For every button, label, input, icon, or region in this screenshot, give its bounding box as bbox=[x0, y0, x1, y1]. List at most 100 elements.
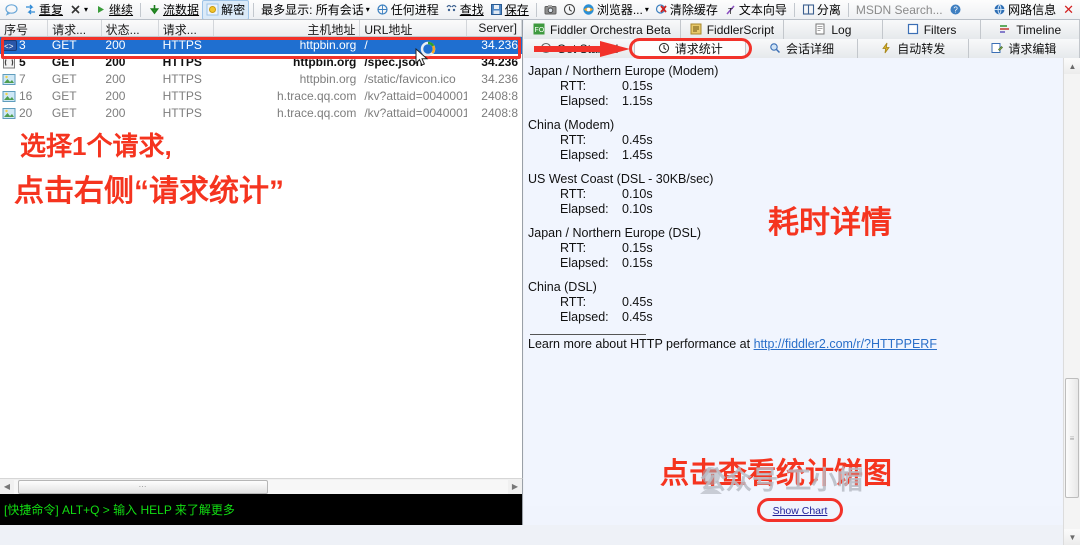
toolbar-netinfo-label: 网路信息 bbox=[1008, 2, 1057, 17]
row-id-cell: 16 bbox=[0, 88, 48, 105]
tab-filters[interactable]: Filters bbox=[882, 20, 982, 39]
stats-group: China (DSL) RTT: 0.45s Elapsed: 0.45s bbox=[528, 280, 1062, 325]
tab-get-started[interactable]: Get Started bbox=[524, 39, 636, 58]
column-header-host[interactable]: 主机地址 bbox=[214, 20, 361, 36]
tab-autoresponder[interactable]: 自动转发 bbox=[857, 39, 969, 58]
column-header-status[interactable]: 状态... bbox=[102, 20, 159, 36]
hscroll-left-arrow[interactable]: ◀ bbox=[0, 480, 14, 494]
table-row[interactable]: <> 3 GET 200 HTTPS httpbin.org / 34.236 bbox=[0, 37, 522, 54]
toolbar-netinfo-button[interactable]: 网路信息 bbox=[990, 1, 1059, 19]
vscroll-thumb[interactable]: ≡ bbox=[1065, 378, 1079, 498]
inspector-vscrollbar[interactable]: ▲ ≡ ▼ bbox=[1063, 58, 1080, 545]
toolbar-keeponly-caret[interactable]: ▾ bbox=[366, 4, 370, 16]
session-list-hscrollbar[interactable]: ◀ ⋯ ▶ bbox=[0, 478, 523, 494]
row-id-label: 7 bbox=[19, 72, 26, 86]
detach-icon bbox=[802, 3, 815, 16]
toolbar-divider bbox=[140, 2, 142, 17]
main-toolbar: 重复 ▾ 继续 流数据 解密 最多显示: 所有会话 ▾ 任何进程 查找 保存 浏… bbox=[0, 0, 1080, 20]
learn-more-text: Learn more about HTTP performance at bbox=[528, 337, 754, 351]
table-row[interactable]: 5 GET 200 HTTPS httpbin.org /spec.json 3… bbox=[0, 54, 522, 71]
help-icon: ? bbox=[949, 3, 962, 16]
textwizard-icon: T bbox=[724, 3, 737, 16]
toolbar-timer-button[interactable] bbox=[560, 1, 579, 19]
toolbar-clearcache-button[interactable]: 清除缓存 bbox=[652, 1, 721, 19]
statistics-icon bbox=[658, 42, 671, 55]
svg-text:FO: FO bbox=[535, 27, 545, 34]
tab-inspectors[interactable]: 会话详细 bbox=[746, 39, 858, 58]
svg-text:?: ? bbox=[953, 6, 958, 15]
row-host-cell: httpbin.org bbox=[299, 72, 357, 86]
tab-composer[interactable]: 请求编辑 bbox=[968, 39, 1080, 58]
column-header-protocol[interactable]: 请求... bbox=[159, 20, 215, 36]
hscroll-thumb[interactable]: ⋯ bbox=[18, 479, 268, 494]
session-list[interactable]: 序号 请求... 状态... 请求... 主机地址 URL地址 Server] … bbox=[0, 20, 523, 478]
close-icon[interactable]: ✕ bbox=[1059, 2, 1078, 18]
toolbar-stream-button[interactable]: 流数据 bbox=[145, 1, 202, 19]
table-row[interactable]: 20 GET 200 HTTPS h.trace.qq.com /kv?atta… bbox=[0, 105, 522, 122]
toolbar-detach-button[interactable]: 分离 bbox=[799, 1, 844, 19]
toolbar-browse-button[interactable]: 浏览器... ▾ bbox=[579, 1, 652, 19]
row-host-cell: h.trace.qq.com bbox=[276, 89, 357, 103]
toolbar-remove-button[interactable]: ▾ bbox=[66, 1, 91, 19]
toolbar-replay-button[interactable]: 重复 bbox=[21, 1, 66, 19]
row-status-cell: 200 bbox=[105, 106, 126, 120]
row-url-cell: /kv?attaid=0040001... bbox=[364, 89, 467, 103]
http-perf-link[interactable]: http://fiddler2.com/r/?HTTPPERF bbox=[754, 337, 937, 351]
toolbar-process-button[interactable]: 任何进程 bbox=[373, 1, 442, 19]
toolbar-comment-button[interactable] bbox=[2, 1, 21, 19]
vscroll-up-arrow[interactable]: ▲ bbox=[1064, 58, 1080, 74]
column-header-server[interactable]: Server] bbox=[467, 20, 522, 36]
row-method-cell: GET bbox=[51, 106, 77, 120]
toolbar-divider-5 bbox=[847, 2, 849, 17]
column-header-method[interactable]: 请求... bbox=[48, 20, 102, 36]
column-header-id[interactable]: 序号 bbox=[0, 20, 49, 36]
annotation-click-statistics: 点击右侧“请求统计” bbox=[14, 175, 284, 208]
row-protocol-cell: HTTPS bbox=[162, 72, 202, 86]
tab-fiddler-orchestra[interactable]: FO Fiddler Orchestra Beta bbox=[524, 20, 681, 39]
toolbar-help-button[interactable]: ? bbox=[946, 1, 965, 19]
table-row[interactable]: 7 GET 200 HTTPS httpbin.org /static/favi… bbox=[0, 71, 522, 88]
hscroll-track[interactable]: ⋯ bbox=[14, 479, 508, 494]
tab-timeline[interactable]: Timeline bbox=[981, 20, 1080, 39]
row-url-cell: /kv?attaid=0040001... bbox=[364, 106, 467, 120]
toolbar-save-button[interactable]: 保存 bbox=[487, 1, 532, 19]
replay-icon bbox=[24, 3, 37, 16]
tab-statistics[interactable]: 请求统计 bbox=[635, 39, 747, 58]
row-server-cell: 34.236 bbox=[481, 72, 518, 86]
toolbar-browse-label: 浏览器... bbox=[596, 2, 643, 17]
row-protocol-cell: HTTPS bbox=[162, 89, 202, 103]
column-header-url[interactable]: URL地址 bbox=[360, 20, 467, 36]
hscroll-right-arrow[interactable]: ▶ bbox=[508, 480, 522, 494]
process-icon bbox=[376, 3, 389, 16]
tab-fiddlerscript[interactable]: FiddlerScript bbox=[680, 20, 785, 39]
toolbar-textwizard-button[interactable]: T 文本向导 bbox=[721, 1, 790, 19]
toolbar-capture-button[interactable] bbox=[541, 1, 560, 19]
toolbar-detach-label: 分离 bbox=[816, 2, 841, 17]
row-method-cell: GET bbox=[51, 72, 77, 86]
image-icon bbox=[2, 73, 17, 86]
toolbar-decrypt-button[interactable]: 解密 bbox=[202, 0, 250, 19]
tab-fiddlerscript-label: FiddlerScript bbox=[706, 22, 775, 37]
tab-log[interactable]: Log bbox=[784, 20, 883, 39]
json-doc-icon bbox=[2, 56, 17, 69]
toolbar-resume-label: 继续 bbox=[109, 2, 134, 17]
toolbar-process-label: 任何进程 bbox=[390, 2, 439, 17]
tab-filters-label: Filters bbox=[923, 22, 957, 37]
toolbar-find-label: 查找 bbox=[459, 2, 484, 17]
toolbar-browse-caret[interactable]: ▾ bbox=[645, 4, 649, 16]
fiddler-window: 重复 ▾ 继续 流数据 解密 最多显示: 所有会话 ▾ 任何进程 查找 保存 浏… bbox=[0, 0, 1080, 545]
toolbar-remove-caret[interactable]: ▾ bbox=[84, 4, 88, 16]
toolbar-find-button[interactable]: 查找 bbox=[442, 1, 487, 19]
vscroll-down-arrow[interactable]: ▼ bbox=[1064, 529, 1080, 545]
log-icon bbox=[814, 23, 827, 36]
autoresponder-icon bbox=[880, 42, 893, 55]
stats-rtt-row: RTT: 0.45s bbox=[528, 133, 1062, 148]
msdn-search-box[interactable]: MSDN Search... bbox=[853, 1, 946, 19]
toolbar-resume-button[interactable]: 继续 bbox=[91, 1, 136, 19]
show-chart-button[interactable]: Show Chart bbox=[766, 503, 834, 518]
table-row[interactable]: 16 GET 200 HTTPS h.trace.qq.com /kv?atta… bbox=[0, 88, 522, 105]
stats-rtt-label: RTT: bbox=[560, 295, 587, 309]
row-id-label: 16 bbox=[19, 89, 33, 103]
quickexec-box[interactable]: [快捷命令] ALT+Q > 输入 HELP 来了解更多 bbox=[0, 494, 523, 525]
toolbar-keeponly-dropdown[interactable]: 最多显示: 所有会话 ▾ bbox=[258, 1, 373, 19]
